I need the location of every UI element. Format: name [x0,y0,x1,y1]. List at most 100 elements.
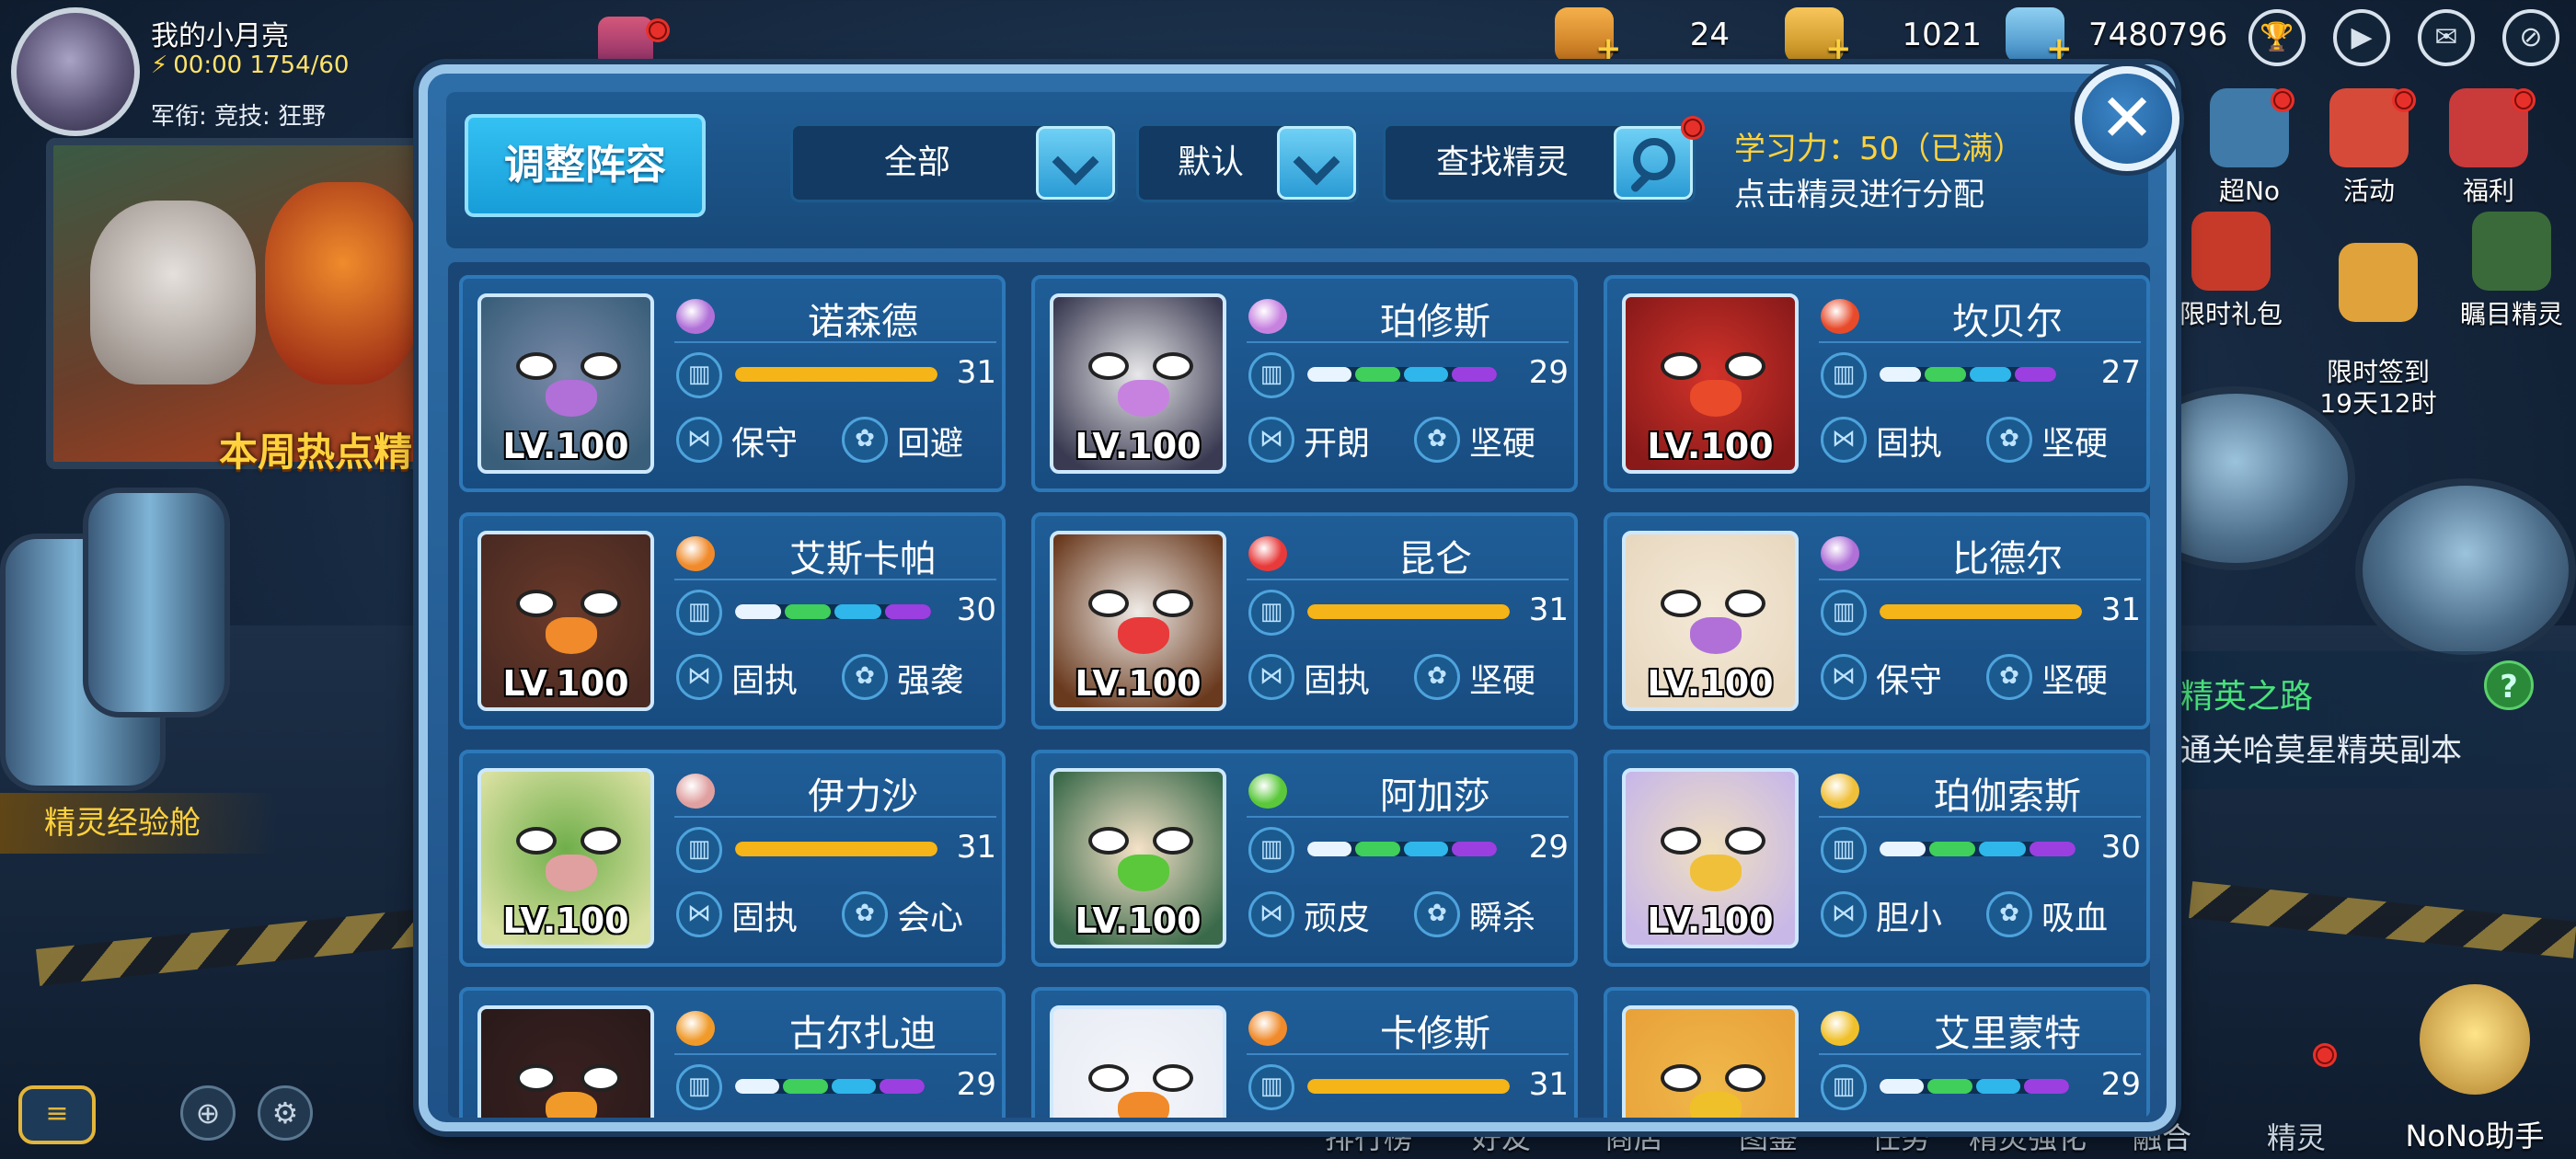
learn-power-icon: ▥ [676,590,722,636]
add-gold-button[interactable]: + [1825,33,1853,64]
learn-power-bar-segment [834,604,881,619]
pet-name: 珀伽索斯 [1934,775,2081,818]
pet-name: 珀修斯 [1380,301,1490,343]
pet-card[interactable]: LV.100 昆仑 ▥ 31 ⋈ 固执 ✿ 坚硬 [1031,512,1578,729]
filter-default-dropdown[interactable]: 默认 [1136,123,1359,202]
pet-name: 伊力沙 [808,775,918,818]
pet-card[interactable]: LV.100古尔扎迪▥29⋈✿ [459,987,1006,1118]
learn-power-bar-segment [1355,842,1400,856]
nature-icon: ⋈ [1821,654,1867,700]
nature-icon: ⋈ [676,891,722,937]
chat-button[interactable]: ≡ [18,1085,96,1144]
side-menu-label: 限时签到 19天12时 [2319,357,2437,419]
side-menu-label: 限时礼包 [2179,299,2283,329]
pet-portrait: LV.100 [1622,293,1799,474]
pet-card[interactable]: LV.100 艾斯卡帕 ▥ 30 ⋈ 固执 ✿ 强袭 [459,512,1006,729]
elite-help-button[interactable]: ? [2484,660,2534,710]
learn-power-bar [735,367,937,382]
platform-right-2 [2355,478,2576,662]
coins-amount: 7480796 [2088,17,2228,53]
learn-power-value: 30 [956,591,996,628]
pet-attribute-icon [1821,299,1859,334]
side-menu-limited-pack[interactable]: 限时礼包 [2162,212,2300,331]
filter-all-toggle[interactable] [1036,126,1115,200]
pet-nature: 固执 [1876,425,1943,463]
pet-grid[interactable]: LV.100 诺森德 ▥ 31 ⋈ 保守 ✿ 回避 LV.100 珀修斯 ▥ 29 ⋈ 开朗 ✿ 坚硬 LV.1… [448,262,2150,1118]
pet-eye [1088,1064,1129,1092]
pet-nature: 开朗 [1304,425,1371,463]
dialog-title-tab[interactable]: 调整阵容 [465,114,706,217]
notification-dot [2392,88,2416,112]
pet-card[interactable]: LV.100 阿加莎 ▥ 29 ⋈ 顽皮 ✿ 瞬杀 [1031,750,1578,967]
exp-cabin-label[interactable]: 精灵经验舱 [0,793,276,854]
search-button[interactable] [1614,126,1693,200]
search-icon-handle [1629,171,1651,194]
trait-icon: ✿ [842,891,888,937]
play-icon[interactable]: ▶ [2333,9,2390,66]
event-bag-icon[interactable] [598,17,653,68]
pet-attribute-icon [1248,536,1287,571]
pet-portrait: LV.100 [1050,768,1226,948]
learn-power-icon: ▥ [1248,590,1294,636]
add-coins-button[interactable]: + [2046,33,2074,64]
pet-eye [1661,590,1701,617]
pet-eye [1661,1064,1701,1092]
pet-mouth [1118,617,1169,654]
filter-default-toggle[interactable] [1277,126,1356,200]
pet-trait: 吸血 [2041,900,2109,937]
player-avatar[interactable] [11,7,140,136]
learn-power-bar-segment [1880,1079,1925,1094]
learn-power-icon: ▥ [1248,827,1294,873]
nono-assistant[interactable]: NoNo助手 [2392,957,2558,1153]
side-menu-featured-pet[interactable]: 瞩目精灵 [2447,212,2576,331]
pet-card[interactable]: LV.100卡修斯▥31⋈✿ [1031,987,1578,1118]
trait-icon: ✿ [1986,654,2032,700]
elite-title: 精英之路 [2180,678,2314,716]
weekly-hot-promo[interactable]: 本周热点精 [46,138,432,475]
crosshair-button[interactable]: ⊕ [180,1085,236,1141]
trait-icon: ✿ [842,654,888,700]
pet-card[interactable]: LV.100 珀修斯 ▥ 29 ⋈ 开朗 ✿ 坚硬 [1031,275,1578,492]
add-energy-button[interactable]: + [1595,33,1623,64]
pet-name: 阿加莎 [1380,775,1490,818]
learn-power-value: 31 [2100,591,2141,628]
pet-name: 比德尔 [1952,538,2063,580]
pet-mouth [1118,1092,1169,1118]
nature-icon: ⋈ [676,417,722,463]
pet-portrait: LV.100 [1622,768,1799,948]
energy-value: 00:00 1754/60 [173,52,350,79]
learn-power-bar [1880,842,2076,856]
hide-icon[interactable]: ⊘ [2502,9,2559,66]
trait-icon: ✿ [1414,654,1460,700]
side-menu-label: 福利 [2462,176,2514,206]
pet-card[interactable]: LV.100艾里蒙特▥29⋈✿ [1604,987,2150,1118]
mail-icon[interactable]: ✉ [2418,9,2475,66]
trophy-icon[interactable]: 🏆 [2248,9,2306,66]
pet-portrait: LV.100 [1622,531,1799,711]
notification-dot [1681,116,1705,140]
pet-card[interactable]: LV.100 比德尔 ▥ 31 ⋈ 保守 ✿ 坚硬 [1604,512,2150,729]
search-pet-box[interactable]: 查找精灵 [1383,123,1696,202]
pet-portrait: LV.100 [1622,1005,1799,1118]
pet-eye [1153,1064,1193,1092]
side-menu-limited-signin[interactable]: 限时签到 19天12时 [2309,212,2447,451]
pet-eye [1088,590,1129,617]
nature-icon: ⋈ [1821,891,1867,937]
pet-card[interactable]: LV.100 坎贝尔 ▥ 27 ⋈ 固执 ✿ 坚硬 [1604,275,2150,492]
pet-eye [516,352,557,380]
pet-portrait: LV.100 [1050,1005,1226,1118]
nature-icon: ⋈ [1248,417,1294,463]
pet-card[interactable]: LV.100 诺森德 ▥ 31 ⋈ 保守 ✿ 回避 [459,275,1006,492]
limited-pack-icon [2191,212,2271,291]
nav-pets[interactable]: 精灵 [2267,1115,2326,1157]
filter-all-dropdown[interactable]: 全部 [790,123,1118,202]
pet-nature: 胆小 [1876,900,1943,937]
notification-dot [2512,88,2536,112]
settings-button[interactable]: ⚙ [258,1085,313,1141]
close-button[interactable]: ✕ [2075,66,2179,171]
learn-power-bar-fill [1307,1079,1510,1094]
pet-card[interactable]: LV.100 伊力沙 ▥ 31 ⋈ 固执 ✿ 会心 [459,750,1006,967]
pet-card[interactable]: LV.100 珀伽索斯 ▥ 30 ⋈ 胆小 ✿ 吸血 [1604,750,2150,967]
rank-row: 军衔: 竞技: 狂野 [151,103,327,131]
pet-level: LV.100 [502,901,629,941]
